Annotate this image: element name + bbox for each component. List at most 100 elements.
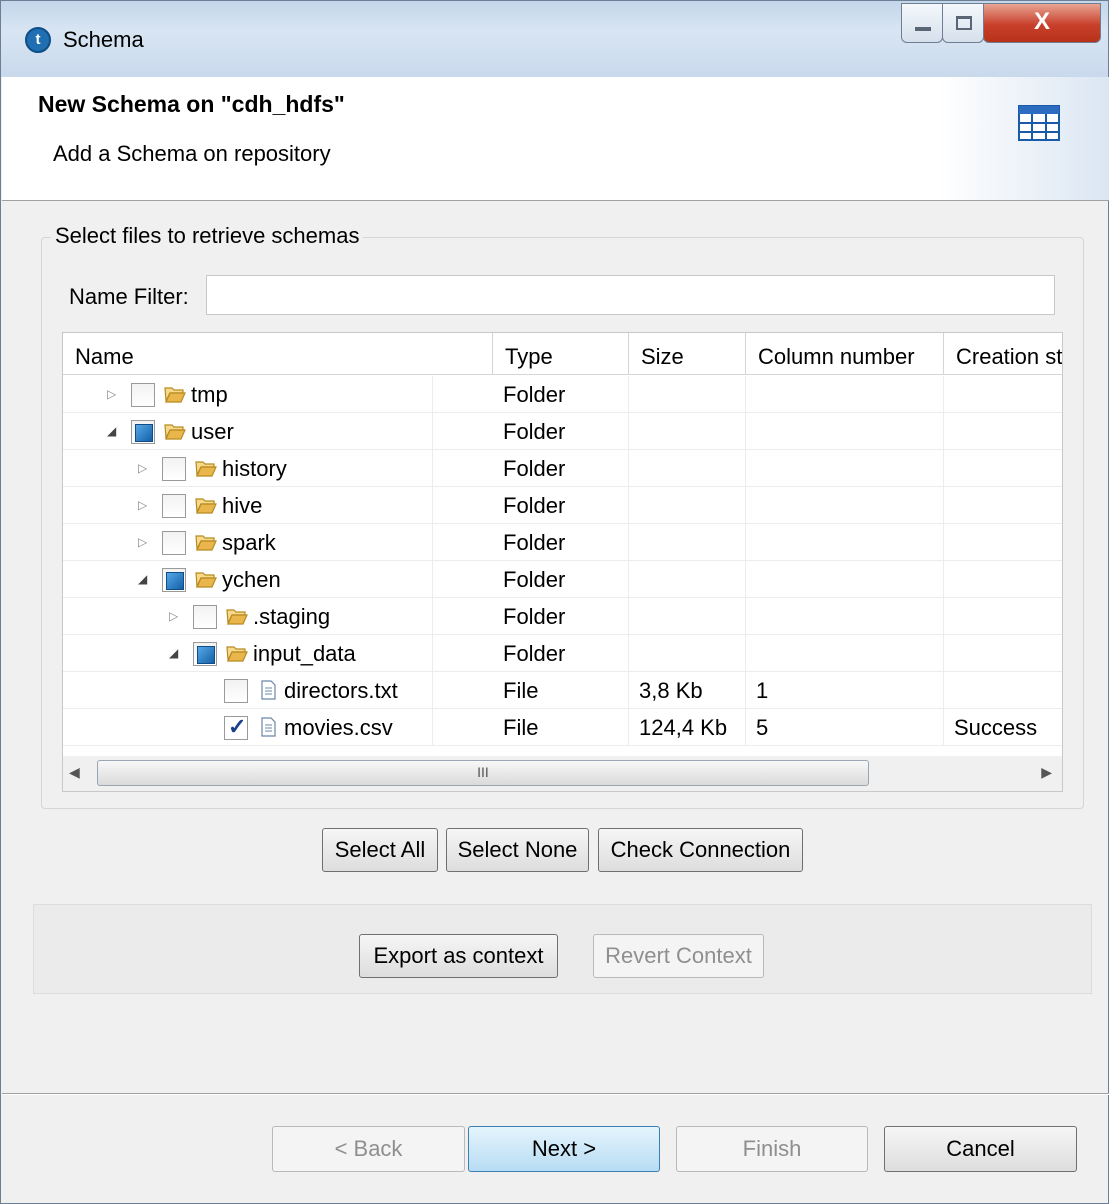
creation-status-cell [944,635,1062,672]
close-button[interactable]: X [983,3,1101,43]
row-checkbox[interactable] [224,714,248,740]
back-button[interactable]: < Back [272,1126,465,1172]
name-cell: ◢ ychen [63,561,433,598]
table-row[interactable]: ▷ tmp Folder [63,376,1062,413]
finish-button[interactable]: Finish [676,1126,868,1172]
collapse-arrow-icon[interactable]: ◢ [138,573,150,585]
node-label: user [191,419,234,444]
horizontal-scrollbar[interactable]: ◀ III ▶ [62,756,1063,792]
type-cell: Folder [493,561,629,598]
wizard-title: New Schema on "cdh_hdfs" [38,91,345,117]
table-row[interactable]: ▷ hive Folder [63,487,1062,524]
expand-arrow-icon[interactable]: ▷ [169,610,181,622]
column-header-name[interactable]: Name [63,333,493,375]
node-label: movies.csv [284,715,393,740]
revert-context-button[interactable]: Revert Context [593,934,764,978]
name-cell: directors.txt [63,672,433,709]
name-cell: ▷ hive [63,487,433,524]
maximize-button[interactable] [942,3,984,43]
creation-status-cell [944,450,1062,487]
column-number-cell [746,524,944,561]
select-none-button[interactable]: Select None [446,828,589,872]
row-checkbox[interactable] [193,642,217,666]
table-row[interactable]: ◢ ychen Folder [63,561,1062,598]
row-checkbox[interactable] [162,457,186,481]
size-cell: 124,4 Kb [629,709,746,746]
table-row[interactable]: ◢ user Folder [63,413,1062,450]
column-header-creation-status[interactable]: Creation status [944,333,1062,375]
close-icon: X [1033,8,1050,35]
row-checkbox[interactable] [162,531,186,555]
row-checkbox[interactable] [162,568,186,592]
folder-open-icon [195,572,217,589]
next-button[interactable]: Next > [468,1126,660,1172]
table-row[interactable]: ▷ .staging Folder [63,598,1062,635]
type-cell: Folder [493,524,629,561]
expand-arrow-icon[interactable]: ▷ [138,499,150,511]
type-cell: File [493,709,629,746]
creation-status-cell: Success [944,709,1062,746]
table-row[interactable]: ◢ input_data Folder [63,635,1062,672]
column-number-cell: 5 [746,709,944,746]
type-cell: Folder [493,487,629,524]
table-row[interactable]: movies.csv File124,4 Kb5Success [63,709,1062,746]
expand-arrow-icon[interactable]: ▷ [138,462,150,474]
file-icon [261,680,276,700]
table-row[interactable]: directors.txt File 3,8 Kb 1 [63,672,1062,709]
cancel-button[interactable]: Cancel [884,1126,1077,1172]
schema-dialog: t Schema X New Schema on "cdh_hdfs" Add … [0,0,1109,1204]
select-all-button[interactable]: Select All [322,828,438,872]
creation-status-cell [944,598,1062,635]
type-cell: Folder [493,598,629,635]
table-row[interactable]: ▷ history Folder [63,450,1062,487]
scroll-left-arrow-icon[interactable]: ◀ [69,764,80,781]
node-label: directors.txt [284,678,398,703]
column-header-column-number[interactable]: Column number [746,333,944,375]
size-cell [629,635,746,672]
name-cell: movies.csv [63,709,433,746]
wizard-subtitle: Add a Schema on repository [53,141,331,166]
maximize-icon [956,16,972,30]
name-filter-input[interactable] [206,275,1055,315]
title-bar[interactable]: t Schema X [1,1,1108,77]
files-tree-table[interactable]: Name Type Size Column number Creation st… [62,332,1063,792]
column-number-cell [746,487,944,524]
node-label: .staging [253,604,331,629]
creation-status-cell [944,524,1062,561]
size-cell [629,376,746,413]
collapse-arrow-icon[interactable]: ◢ [169,647,181,659]
column-header-type[interactable]: Type [493,333,629,375]
row-checkbox[interactable] [162,494,186,518]
row-checkbox[interactable] [224,679,248,703]
size-cell [629,561,746,598]
row-checkbox[interactable] [193,605,217,629]
creation-status-cell [944,487,1062,524]
scroll-right-arrow-icon[interactable]: ▶ [1041,764,1052,781]
collapse-arrow-icon[interactable]: ◢ [107,425,119,437]
table-row[interactable]: ▷ spark Folder [63,524,1062,561]
node-label: tmp [191,382,228,407]
column-number-cell [746,598,944,635]
node-label: input_data [253,641,356,666]
column-number-cell [746,413,944,450]
export-as-context-button[interactable]: Export as context [359,934,558,978]
column-header-size[interactable]: Size [629,333,746,375]
name-cell: ◢ input_data [63,635,433,672]
size-cell: 3,8 Kb [629,672,746,709]
expand-arrow-icon[interactable]: ▷ [138,536,150,548]
check-connection-button[interactable]: Check Connection [598,828,803,872]
creation-status-cell [944,413,1062,450]
size-cell [629,524,746,561]
expand-arrow-icon[interactable]: ▷ [107,388,119,400]
creation-status-cell [944,376,1062,413]
name-cell: ▷ history [63,450,433,487]
row-checkbox[interactable] [131,420,155,444]
row-checkbox[interactable] [131,383,155,407]
table-header: Name Type Size Column number Creation st… [63,333,1062,375]
type-cell: Folder [493,413,629,450]
minimize-button[interactable] [901,3,943,43]
group-legend: Select files to retrieve schemas [51,223,364,249]
scrollbar-thumb[interactable]: III [97,760,869,786]
name-cell: ◢ user [63,413,433,450]
folder-open-icon [164,424,186,441]
